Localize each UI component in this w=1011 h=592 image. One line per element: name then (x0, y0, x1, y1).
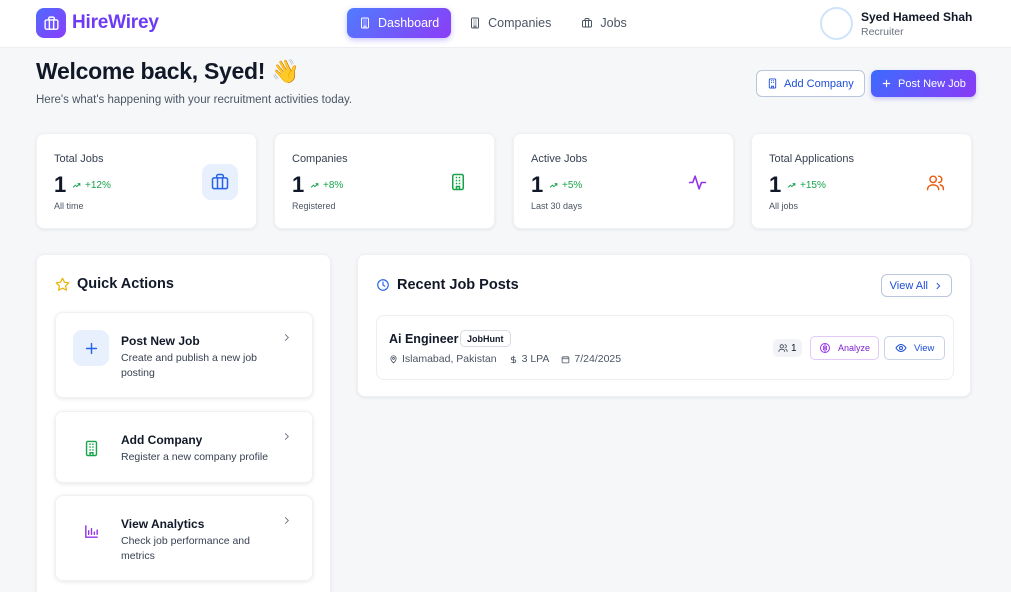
nav-dashboard[interactable]: Dashboard (347, 8, 452, 38)
dollar-icon (509, 355, 518, 364)
stat-value: 1 (292, 172, 305, 197)
stat-change: +8% (310, 180, 343, 191)
trending-up-icon (310, 181, 319, 190)
stat-sub: All jobs (769, 201, 799, 211)
stat-label: Companies (292, 153, 348, 165)
nav-companies[interactable]: Companies (457, 8, 563, 38)
job-location: Islamabad, Pakistan (389, 353, 497, 365)
quick-action-desc: Check job performance and metrics (121, 535, 250, 562)
trending-up-icon (72, 181, 81, 190)
building-icon (73, 430, 109, 466)
nav-jobs[interactable]: Jobs (569, 8, 638, 38)
calendar-icon (561, 355, 570, 364)
activity-icon (679, 164, 715, 200)
quick-action-title: View Analytics (121, 517, 205, 531)
chevron-right-icon (281, 431, 292, 442)
job-meta: Islamabad, Pakistan 3 LPA 7/24/2025 (389, 353, 621, 365)
chevron-right-icon (281, 515, 292, 526)
nav-dashboard-label: Dashboard (378, 16, 440, 30)
stat-sub: All time (54, 201, 84, 211)
quick-action-add-company[interactable]: Add Company Register a new company profi… (55, 411, 313, 483)
stat-change: +5% (549, 180, 582, 191)
page-title: Welcome back, Syed! 👋 (36, 58, 300, 84)
avatar[interactable] (820, 7, 853, 40)
trending-up-icon (787, 181, 796, 190)
job-title: Ai Engineer (389, 332, 459, 346)
applicants-count: 1 (773, 339, 802, 357)
recent-jobs-title: Recent Job Posts (376, 277, 519, 293)
stat-label: Active Jobs (531, 153, 588, 165)
stat-label: Total Applications (769, 153, 854, 165)
briefcase-icon (581, 17, 593, 29)
stat-label: Total Jobs (54, 153, 104, 165)
briefcase-icon (36, 8, 66, 38)
nav-jobs-label: Jobs (600, 16, 627, 30)
stat-sub: Last 30 days (531, 201, 583, 211)
trending-up-icon (549, 181, 558, 190)
quick-action-desc: Register a new company profile (121, 451, 269, 463)
quick-actions-panel: Quick Actions Post New Job Create and pu… (36, 254, 331, 592)
job-list-item[interactable]: Ai Engineer JobHunt Islamabad, Pakistan … (376, 315, 954, 380)
chevron-right-icon (281, 332, 292, 343)
quick-action-title: Post New Job (121, 334, 200, 348)
bar-chart-icon (73, 513, 109, 549)
job-salary: 3 LPA (509, 353, 549, 365)
stat-value: 1 (769, 172, 782, 197)
add-company-label: Add Company (784, 77, 854, 90)
company-badge: JobHunt (460, 330, 511, 347)
main-nav: Dashboard Companies Jobs (347, 8, 639, 38)
user-menu[interactable]: Syed Hameed Shah Recruiter (820, 7, 972, 40)
chevron-right-icon (933, 281, 943, 291)
brand[interactable]: HireWirey (36, 8, 159, 38)
building-icon (767, 78, 778, 89)
quick-action-title: Add Company (121, 433, 203, 447)
nav-companies-label: Companies (488, 16, 552, 30)
users-icon (778, 343, 788, 353)
stat-change: +15% (787, 180, 826, 191)
user-name: Syed Hameed Shah (861, 9, 973, 24)
plus-icon (881, 78, 892, 89)
eye-icon (895, 342, 907, 354)
quick-action-view-analytics[interactable]: View Analytics Check job performance and… (55, 495, 313, 581)
building-icon (359, 17, 371, 29)
star-icon (55, 277, 70, 292)
brain-icon (819, 342, 831, 354)
stat-card-active-jobs: Active Jobs 1 +5% Last 30 days (513, 133, 734, 229)
post-new-job-button[interactable]: Post New Job (871, 70, 976, 97)
add-company-button[interactable]: Add Company (756, 70, 865, 97)
analyze-button[interactable]: Analyze (810, 336, 880, 360)
post-new-job-label: Post New Job (898, 77, 966, 90)
stat-value: 1 (54, 172, 67, 197)
plus-icon (73, 330, 109, 366)
page-subtitle: Here's what's happening with your recrui… (36, 94, 353, 106)
recent-jobs-panel: Recent Job Posts View All Ai Engineer Jo… (357, 254, 971, 397)
brand-name: HireWirey (72, 12, 159, 33)
job-date: 7/24/2025 (561, 353, 621, 365)
quick-actions-title: Quick Actions (55, 276, 174, 292)
clock-icon (376, 278, 390, 292)
quick-action-post-new-job[interactable]: Post New Job Create and publish a new jo… (55, 312, 313, 398)
stat-card-total-jobs: Total Jobs 1 +12% All time (36, 133, 257, 229)
stat-value: 1 (531, 172, 544, 197)
view-button[interactable]: View (884, 336, 946, 360)
users-icon (917, 164, 953, 200)
briefcase-icon (202, 164, 238, 200)
stat-card-companies: Companies 1 +8% Registered (274, 133, 495, 229)
stat-change: +12% (72, 180, 111, 191)
top-navbar: HireWirey Dashboard Companies Jobs Syed … (0, 0, 1011, 48)
building-icon (440, 164, 476, 200)
user-role: Recruiter (861, 25, 904, 38)
view-all-button[interactable]: View All (880, 274, 952, 297)
building-icon (469, 17, 481, 29)
map-pin-icon (389, 354, 398, 364)
quick-action-desc: Create and publish a new job posting (121, 352, 258, 379)
stat-sub: Registered (292, 201, 336, 211)
stat-card-total-applications: Total Applications 1 +15% All jobs (751, 133, 972, 229)
